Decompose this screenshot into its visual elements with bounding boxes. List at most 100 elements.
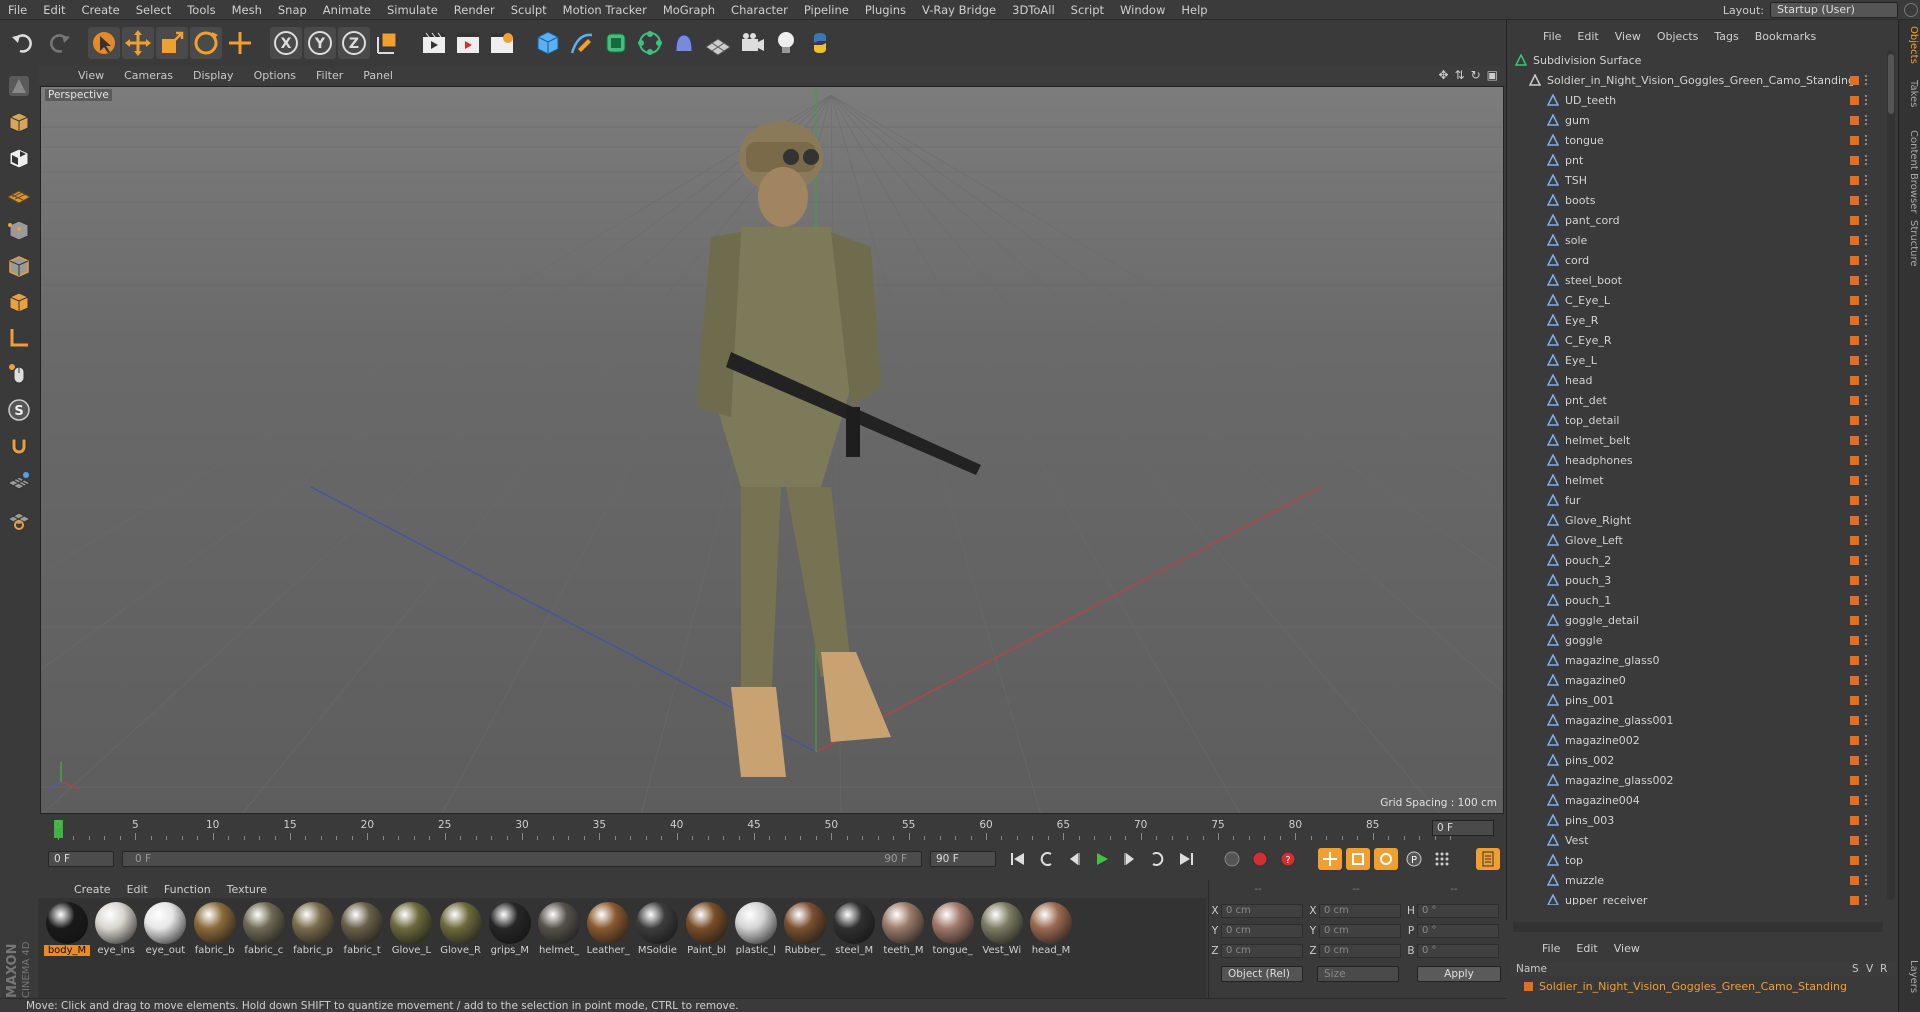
object-row[interactable]: goggle_detail [1507, 610, 1879, 630]
object-row[interactable]: magazine004 [1507, 790, 1879, 810]
render-settings-icon[interactable] [486, 27, 518, 59]
material-tag-icon[interactable] [1850, 75, 1859, 85]
pan-icon[interactable]: ✥ [1438, 68, 1448, 82]
parameter-key-icon[interactable]: P [1402, 848, 1426, 870]
material-tag-icon[interactable] [1850, 595, 1859, 605]
material-tag-icon[interactable] [1850, 295, 1859, 305]
material-tag-icon[interactable] [1850, 235, 1859, 245]
size-x-field[interactable]: 0 cm [1319, 904, 1401, 918]
locked-workplane-icon[interactable] [4, 502, 34, 534]
python-icon[interactable] [804, 27, 836, 59]
layout-dropdown[interactable]: Startup (User) [1770, 2, 1898, 18]
visibility-dots-icon[interactable] [1865, 595, 1871, 605]
object-row[interactable]: upper_receiver [1507, 890, 1879, 905]
material-swatch[interactable]: fabric_c [241, 902, 287, 964]
visibility-dots-icon[interactable] [1865, 395, 1871, 405]
menu-tools[interactable]: Tools [179, 3, 223, 17]
material-tag-icon[interactable] [1850, 615, 1859, 625]
material-tag-icon[interactable] [1850, 675, 1859, 685]
polygons-mode-icon[interactable] [4, 286, 34, 318]
visibility-dots-icon[interactable] [1865, 735, 1871, 745]
viewport-menu-cameras[interactable]: Cameras [114, 69, 183, 82]
visibility-dots-icon[interactable] [1865, 695, 1871, 705]
visibility-dots-icon[interactable] [1865, 435, 1871, 445]
object-row[interactable]: magazine002 [1507, 730, 1879, 750]
material-swatch[interactable]: Leather_ [585, 902, 631, 964]
side-tab-objects[interactable]: Objects [1901, 26, 1919, 64]
rotation-p-field[interactable]: 0 ° [1417, 924, 1499, 938]
end-frame-field[interactable]: 90 F [930, 851, 996, 867]
object-row[interactable]: Vest [1507, 830, 1879, 850]
visibility-dots-icon[interactable] [1865, 655, 1871, 665]
material-tag-icon[interactable] [1850, 875, 1859, 885]
material-swatch[interactable]: eye_out [142, 902, 188, 964]
menu-plugins[interactable]: Plugins [857, 3, 914, 17]
material-tag-icon[interactable] [1850, 335, 1859, 345]
record-keys-icon[interactable] [1220, 848, 1244, 870]
workplane-mode-icon[interactable] [4, 178, 34, 210]
material-swatch[interactable]: Glove_R [438, 902, 484, 964]
material-menu-edit[interactable]: Edit [119, 883, 156, 896]
material-tag-icon[interactable] [1850, 375, 1859, 385]
material-swatch[interactable]: fabric_p [290, 902, 336, 964]
visibility-dots-icon[interactable] [1865, 475, 1871, 485]
material-tag-icon[interactable] [1850, 855, 1859, 865]
object-row[interactable]: top [1507, 850, 1879, 870]
dolly-icon[interactable]: ⇅ [1455, 68, 1465, 82]
autokey-icon[interactable] [1248, 848, 1272, 870]
material-swatch[interactable]: eye_ins [93, 902, 139, 964]
object-tree-hscrollbar[interactable] [1513, 922, 1883, 932]
render-picture-viewer-icon[interactable] [452, 27, 484, 59]
visibility-dots-icon[interactable] [1865, 275, 1871, 285]
visibility-dots-icon[interactable] [1865, 575, 1871, 585]
material-swatch[interactable]: fabric_t [339, 902, 385, 964]
axis-mode-icon[interactable] [4, 322, 34, 354]
object-menu-bookmarks[interactable]: Bookmarks [1747, 30, 1824, 43]
workplane-grid-icon[interactable] [4, 466, 34, 498]
object-row[interactable]: TSH [1507, 170, 1879, 190]
material-tag-icon[interactable] [1850, 695, 1859, 705]
menu-pipeline[interactable]: Pipeline [796, 3, 857, 17]
viewport-camera-label[interactable]: Perspective [45, 89, 112, 101]
go-to-start-icon[interactable] [1006, 848, 1030, 870]
visibility-dots-icon[interactable] [1865, 455, 1871, 465]
array-icon[interactable] [634, 27, 666, 59]
menu-v-ray-bridge[interactable]: V-Ray Bridge [914, 3, 1004, 17]
material-tag-icon[interactable] [1850, 775, 1859, 785]
visibility-dots-icon[interactable] [1865, 555, 1871, 565]
material-tag-icon[interactable] [1850, 835, 1859, 845]
material-swatch[interactable]: grips_M [487, 902, 533, 964]
object-row[interactable]: tongue [1507, 130, 1879, 150]
material-tag-icon[interactable] [1850, 475, 1859, 485]
object-menu-view[interactable]: View [1607, 30, 1649, 43]
object-row[interactable]: C_Eye_L [1507, 290, 1879, 310]
material-tag-icon[interactable] [1850, 435, 1859, 445]
make-editable-icon[interactable] [4, 70, 34, 102]
object-row[interactable]: C_Eye_R [1507, 330, 1879, 350]
rotation-b-field[interactable]: 0 ° [1417, 944, 1499, 958]
points-mode-icon[interactable] [4, 214, 34, 246]
object-menu-objects[interactable]: Objects [1649, 30, 1707, 43]
material-tag-icon[interactable] [1850, 555, 1859, 565]
edges-mode-icon[interactable] [4, 250, 34, 282]
redo-icon[interactable] [42, 27, 74, 59]
position-z-field[interactable]: 0 cm [1221, 944, 1303, 958]
material-tag-icon[interactable] [1850, 395, 1859, 405]
model-mode-icon[interactable] [4, 106, 34, 138]
object-row[interactable]: magazine_glass0 [1507, 650, 1879, 670]
cube-icon[interactable] [532, 27, 564, 59]
material-swatch[interactable]: Rubber_ [782, 902, 828, 964]
material-swatch[interactable]: helmet_ [536, 902, 582, 964]
visibility-dots-icon[interactable] [1865, 795, 1871, 805]
playhead[interactable] [54, 820, 63, 838]
last-tool-icon[interactable] [224, 27, 256, 59]
timeline-ruler[interactable]: 051015202530354045505560657075808590 [50, 818, 1462, 840]
render-view-icon[interactable] [418, 27, 450, 59]
undo-icon[interactable] [8, 27, 40, 59]
material-tag-icon[interactable] [1850, 575, 1859, 585]
material-tag-icon[interactable] [1850, 155, 1859, 165]
side-tab-content-browser[interactable]: Content Browser [1901, 130, 1919, 213]
point-level-animation-icon[interactable] [1430, 848, 1454, 870]
nurbs-icon[interactable] [600, 27, 632, 59]
side-tab-takes[interactable]: Takes [1901, 80, 1919, 107]
